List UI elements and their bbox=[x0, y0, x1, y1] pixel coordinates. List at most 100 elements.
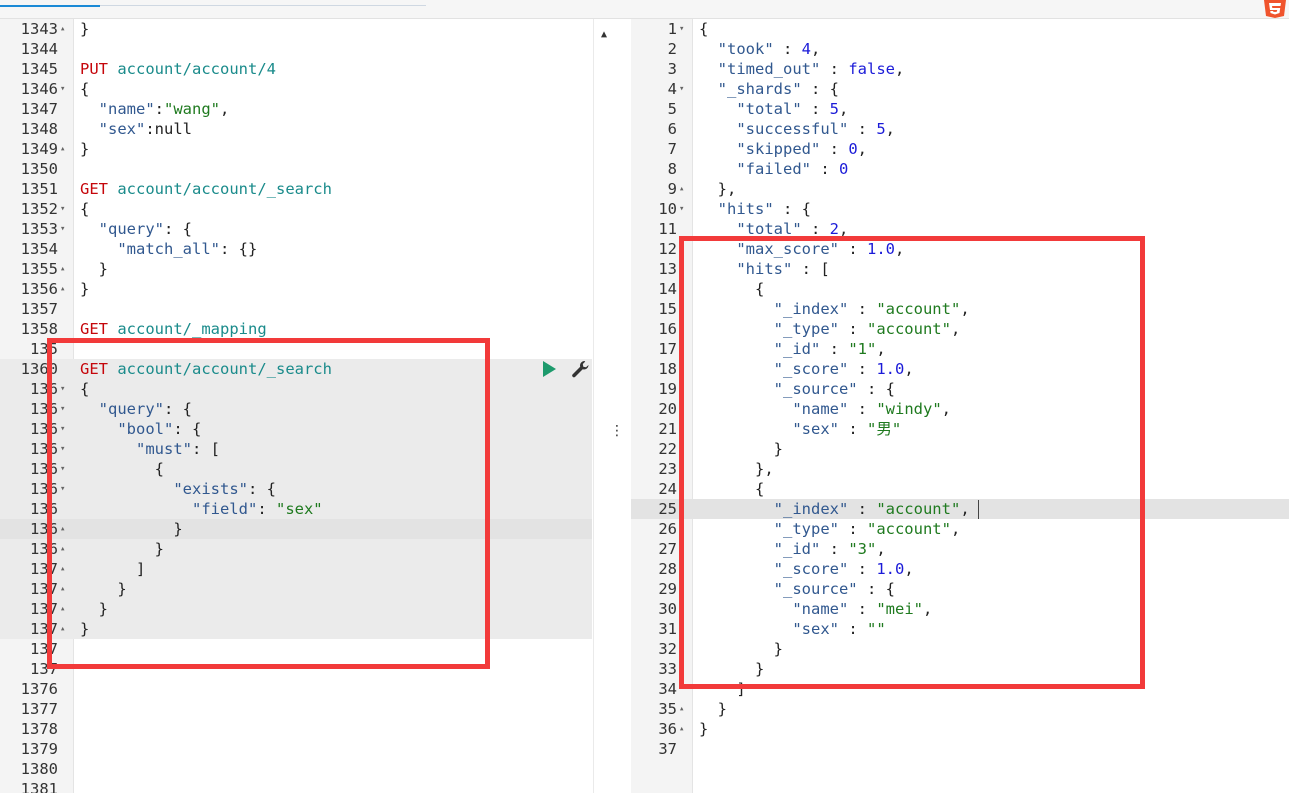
code-line[interactable]: 1348 "sex":null bbox=[0, 119, 592, 139]
code-line[interactable]: 1377 bbox=[0, 699, 592, 719]
code-line[interactable]: 1353 ▾ "query": { bbox=[0, 219, 592, 239]
code-line[interactable]: 1344 bbox=[0, 39, 592, 59]
code-line[interactable]: 26 "_type" : "account", bbox=[631, 519, 1289, 539]
fold-collapse-icon[interactable]: ▴ bbox=[60, 559, 65, 579]
code-line[interactable]: 1347 "name":"wang", bbox=[0, 99, 592, 119]
fold-expand-icon[interactable]: ▾ bbox=[60, 439, 65, 459]
code-line[interactable]: 136 ▴ } bbox=[0, 539, 592, 559]
code-line[interactable]: 36 ▴} bbox=[631, 719, 1289, 739]
fold-expand-icon[interactable]: ▾ bbox=[679, 199, 684, 219]
code-line[interactable]: 1358 GET account/_mapping bbox=[0, 319, 592, 339]
code-line[interactable]: 137 bbox=[0, 659, 592, 679]
code-line[interactable]: 35 ▴ } bbox=[631, 699, 1289, 719]
fold-collapse-icon[interactable]: ▴ bbox=[60, 519, 65, 539]
code-line[interactable]: 136 "field": "sex" bbox=[0, 499, 592, 519]
code-line[interactable]: 2 "took" : 4, bbox=[631, 39, 1289, 59]
code-line[interactable]: 137 bbox=[0, 639, 592, 659]
triangle-up-icon[interactable]: ▲ bbox=[601, 29, 607, 40]
code-line[interactable]: 27 "_id" : "3", bbox=[631, 539, 1289, 559]
code-line[interactable]: 136 ▴ } bbox=[0, 519, 592, 539]
code-line[interactable]: 10 ▾ "hits" : { bbox=[631, 199, 1289, 219]
response-viewer[interactable]: 1 ▾{2 "took" : 4, 3 "timed_out" : false, 4 ▾… bbox=[631, 19, 1289, 793]
code-line[interactable]: 4 ▾ "_shards" : { bbox=[631, 79, 1289, 99]
code-line[interactable]: 16 "_type" : "account", bbox=[631, 319, 1289, 339]
code-line[interactable]: 1357 bbox=[0, 299, 592, 319]
code-line[interactable]: 20 "name" : "windy", bbox=[631, 399, 1289, 419]
fold-collapse-icon[interactable]: ▴ bbox=[60, 619, 65, 639]
fold-expand-icon[interactable]: ▾ bbox=[60, 399, 65, 419]
fold-collapse-icon[interactable]: ▴ bbox=[679, 699, 684, 719]
code-line[interactable]: 9 ▴ }, bbox=[631, 179, 1289, 199]
code-line[interactable]: 19 ▾ "_source" : { bbox=[631, 379, 1289, 399]
code-line[interactable]: 7 "skipped" : 0, bbox=[631, 139, 1289, 159]
code-line[interactable]: 5 "total" : 5, bbox=[631, 99, 1289, 119]
code-line[interactable]: 1352 ▾ { bbox=[0, 199, 592, 219]
code-line[interactable]: 1376 bbox=[0, 679, 592, 699]
code-line[interactable]: 3 "timed_out" : false, bbox=[631, 59, 1289, 79]
code-line[interactable]: 15 "_index" : "account", bbox=[631, 299, 1289, 319]
code-line[interactable]: 1356 ▴} bbox=[0, 279, 592, 299]
code-line[interactable]: 1350 bbox=[0, 159, 592, 179]
code-line[interactable]: 1354 "match_all": {} bbox=[0, 239, 592, 259]
code-line[interactable]: 1360 GET account/account/_search bbox=[0, 359, 592, 379]
code-line[interactable]: 136 ▾ "bool": { bbox=[0, 419, 592, 439]
fold-collapse-icon[interactable]: ▴ bbox=[679, 179, 684, 199]
fold-expand-icon[interactable]: ▾ bbox=[679, 259, 684, 279]
fold-expand-icon[interactable]: ▾ bbox=[679, 279, 684, 299]
code-line[interactable]: 1343 ▴} bbox=[0, 19, 592, 39]
code-line[interactable]: 37 bbox=[631, 739, 1289, 759]
code-line[interactable]: 28 "_score" : 1.0, bbox=[631, 559, 1289, 579]
fold-collapse-icon[interactable]: ▴ bbox=[60, 599, 65, 619]
code-line[interactable]: 137 ▴ } bbox=[0, 599, 592, 619]
code-line[interactable]: 1351 GET account/account/_search bbox=[0, 179, 592, 199]
code-line[interactable]: 137 ▴ ] bbox=[0, 559, 592, 579]
fold-collapse-icon[interactable]: ▴ bbox=[60, 19, 65, 39]
code-line[interactable]: 1346 ▾ { bbox=[0, 79, 592, 99]
code-line[interactable]: 23 ▴ }, bbox=[631, 459, 1289, 479]
code-line[interactable]: 6 "successful" : 5, bbox=[631, 119, 1289, 139]
fold-collapse-icon[interactable]: ▴ bbox=[679, 719, 684, 739]
fold-collapse-icon[interactable]: ▴ bbox=[60, 539, 65, 559]
code-line[interactable]: 136 ▾ "exists": { bbox=[0, 479, 592, 499]
code-line[interactable]: 136 ▾ { bbox=[0, 459, 592, 479]
fold-expand-icon[interactable]: ▾ bbox=[60, 379, 65, 399]
pane-splitter[interactable]: ▲ ⋮ bbox=[593, 19, 631, 793]
fold-collapse-icon[interactable]: ▴ bbox=[679, 639, 684, 659]
fold-collapse-icon[interactable]: ▴ bbox=[60, 579, 65, 599]
fold-expand-icon[interactable]: ▾ bbox=[679, 79, 684, 99]
code-line[interactable]: 1380 bbox=[0, 759, 592, 779]
vertical-dots-icon[interactable]: ⋮ bbox=[610, 423, 624, 439]
code-line[interactable]: 17 "_id" : "1", bbox=[631, 339, 1289, 359]
fold-expand-icon[interactable]: ▾ bbox=[60, 79, 65, 99]
code-line[interactable]: 21 "sex" : "男" bbox=[631, 419, 1289, 439]
fold-collapse-icon[interactable]: ▴ bbox=[60, 139, 65, 159]
code-line[interactable]: 25 "_index" : "account", bbox=[631, 499, 1289, 519]
fold-expand-icon[interactable]: ▾ bbox=[60, 479, 65, 499]
code-line[interactable]: 137 ▴} bbox=[0, 619, 592, 639]
code-line[interactable]: 1 ▾ { bbox=[631, 19, 1289, 39]
fold-expand-icon[interactable]: ▾ bbox=[60, 219, 65, 239]
code-line[interactable]: 11 "total" : 2, bbox=[631, 219, 1289, 239]
fold-collapse-icon[interactable]: ▴ bbox=[679, 659, 684, 679]
code-line[interactable]: 34 ] bbox=[631, 679, 1289, 699]
code-line[interactable]: 12 "max_score" : 1.0, bbox=[631, 239, 1289, 259]
fold-expand-icon[interactable]: ▾ bbox=[679, 379, 684, 399]
fold-collapse-icon[interactable]: ▴ bbox=[60, 259, 65, 279]
wrench-icon[interactable] bbox=[570, 359, 590, 379]
code-line[interactable]: 31 "sex" : "" bbox=[631, 619, 1289, 639]
play-icon[interactable] bbox=[543, 361, 556, 377]
code-line[interactable]: 22 ▴ } bbox=[631, 439, 1289, 459]
code-line[interactable]: 137 ▴ } bbox=[0, 579, 592, 599]
code-line[interactable]: 24 ▾ { bbox=[631, 479, 1289, 499]
code-line[interactable]: 18 "_score" : 1.0, bbox=[631, 359, 1289, 379]
code-line[interactable]: 33 ▴ } bbox=[631, 659, 1289, 679]
fold-expand-icon[interactable]: ▾ bbox=[679, 579, 684, 599]
fold-expand-icon[interactable]: ▾ bbox=[60, 419, 65, 439]
code-line[interactable]: 30 "name" : "mei", bbox=[631, 599, 1289, 619]
fold-expand-icon[interactable]: ▾ bbox=[679, 479, 684, 499]
code-line[interactable]: 136 ▾ { bbox=[0, 379, 592, 399]
code-line[interactable]: 13 ▾ "hits" : [ bbox=[631, 259, 1289, 279]
code-line[interactable]: 136 ▾ "query": { bbox=[0, 399, 592, 419]
fold-collapse-icon[interactable]: ▴ bbox=[679, 459, 684, 479]
request-editor[interactable]: 1343 ▴} 1344 1345 PUT account/account/4 1346 ▾… bbox=[0, 19, 592, 793]
